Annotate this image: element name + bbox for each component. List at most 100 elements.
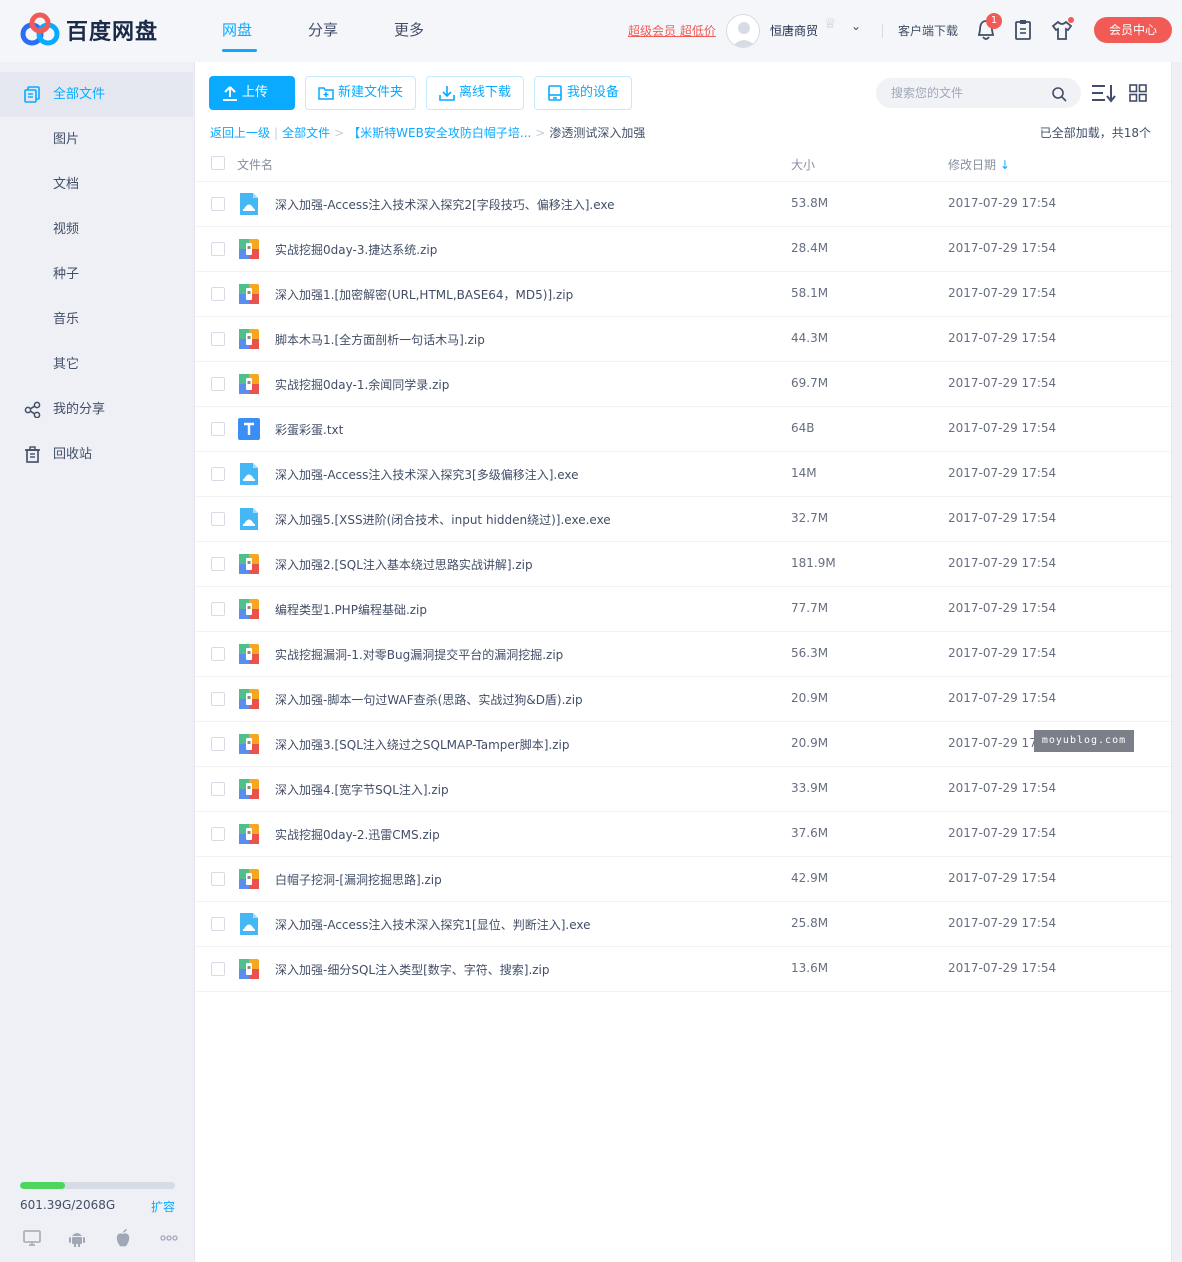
offline-download-button[interactable]: 离线下载 [426,76,524,110]
table-row[interactable]: 彩蛋彩蛋.txt 64B 2017-07-29 17:54 [195,407,1171,452]
table-row[interactable]: 深入加强-细分SQL注入类型[数字、字符、搜索].zip 13.6M 2017-07… [195,947,1171,992]
my-devices-button[interactable]: 我的设备 [534,76,632,110]
table-row[interactable]: 实战挖掘0day-2.迅雷CMS.zip 37.6M 2017-07-29 17:5… [195,812,1171,857]
file-name[interactable]: 深入加强-细分SQL注入类型[数字、字符、搜索].zip [275,961,550,978]
user-name[interactable]: 恒唐商贸 [770,22,818,39]
file-name[interactable]: 白帽子挖洞-[漏洞挖掘思路].zip [275,871,442,888]
table-row[interactable]: 脚本木马1.[全方面剖析一句话木马].zip 44.3M 2017-07-29 17… [195,317,1171,362]
table-row[interactable]: 实战挖掘0day-3.捷达系统.zip 28.4M 2017-07-29 17:54 [195,227,1171,272]
sort-icon[interactable] [1090,83,1116,103]
zip-archive-icon [237,597,261,621]
file-name[interactable]: 深入加强1.[加密解密(URL,HTML,BASE64，MD5)].zip [275,286,573,303]
select-all-checkbox[interactable] [211,156,225,170]
row-checkbox[interactable] [211,692,225,706]
row-checkbox[interactable] [211,287,225,301]
file-name[interactable]: 深入加强-Access注入技术深入探究1[显位、判断注入].exe [275,916,591,933]
sidebar-item-documents[interactable]: 文档 [0,162,193,207]
row-checkbox[interactable] [211,737,225,751]
storage-quota-text: 601.39G/2068G [20,1198,116,1212]
clipboard-icon[interactable] [1012,18,1034,42]
file-name[interactable]: 深入加强2.[SQL注入基本绕过思路实战讲解].zip [275,556,533,573]
breadcrumb-root[interactable]: 全部文件 [282,126,330,140]
column-header-name[interactable]: 文件名 [237,156,273,173]
row-checkbox[interactable] [211,602,225,616]
desktop-icon[interactable] [22,1228,42,1248]
table-row[interactable]: 深入加强1.[加密解密(URL,HTML,BASE64，MD5)].zip 58.… [195,272,1171,317]
row-checkbox[interactable] [211,917,225,931]
sidebar-item-other[interactable]: 其它 [0,342,193,387]
table-row[interactable]: 深入加强-脚本一句过WAF查杀(思路、实战过狗&D盾).zip 20.9M 2017… [195,677,1171,722]
row-checkbox[interactable] [211,962,225,976]
nav-share[interactable]: 分享 [308,0,394,62]
file-name[interactable]: 实战挖掘漏洞-1.对零Bug漏洞提交平台的漏洞挖掘.zip [275,646,563,663]
file-name[interactable]: 深入加强-Access注入技术深入探究3[多级偏移注入].exe [275,466,579,483]
row-checkbox[interactable] [211,332,225,346]
sidebar-item-videos[interactable]: 视频 [0,207,193,252]
file-name[interactable]: 深入加强3.[SQL注入绕过之SQLMAP-Tamper脚本].zip [275,736,569,753]
android-icon[interactable] [67,1228,87,1248]
row-checkbox[interactable] [211,782,225,796]
file-name[interactable]: 脚本木马1.[全方面剖析一句话木马].zip [275,331,485,348]
file-name[interactable]: 实战挖掘0day-1.余闻同学录.zip [275,376,449,393]
logo[interactable]: 百度网盘 [18,12,158,48]
row-checkbox[interactable] [211,647,225,661]
table-row[interactable]: 白帽子挖洞-[漏洞挖掘思路].zip 42.9M 2017-07-29 17:54 [195,857,1171,902]
file-name[interactable]: 实战挖掘0day-3.捷达系统.zip [275,241,437,258]
chevron-down-icon[interactable]: ⌄ [851,19,861,33]
table-row[interactable]: 深入加强-Access注入技术深入探究1[显位、判断注入].exe 25.8M 20… [195,902,1171,947]
upload-button[interactable]: 上传 [209,76,295,110]
row-checkbox[interactable] [211,197,225,211]
nav-netdisk[interactable]: 网盘 [222,0,308,62]
column-header-size[interactable]: 大小 [791,156,815,173]
member-center-button[interactable]: 会员中心 [1094,17,1172,43]
avatar[interactable] [726,14,760,48]
zip-archive-icon [237,642,261,666]
breadcrumb-folder[interactable]: 【米斯特WEB安全攻防白帽子培... [348,126,531,140]
sidebar-item-music[interactable]: 音乐 [0,297,193,342]
table-row[interactable]: 深入加强2.[SQL注入基本绕过思路实战讲解].zip 181.9M 2017-07… [195,542,1171,587]
client-download-link[interactable]: 客户端下载 [898,22,958,39]
table-row[interactable]: 深入加强-Access注入技术深入探究2[字段技巧、偏移注入].exe 53.8M… [195,182,1171,227]
table-row[interactable]: 深入加强3.[SQL注入绕过之SQLMAP-Tamper脚本].zip 20.9M… [195,722,1171,767]
apple-icon[interactable] [113,1228,133,1248]
file-name[interactable]: 彩蛋彩蛋.txt [275,421,343,438]
sidebar-item-images[interactable]: 图片 [0,117,193,162]
breadcrumb-back[interactable]: 返回上一级 [210,126,270,140]
expand-storage-link[interactable]: 扩容 [151,1198,175,1215]
table-row[interactable]: 深入加强-Access注入技术深入探究3[多级偏移注入].exe 14M 2017-… [195,452,1171,497]
file-name[interactable]: 深入加强-脚本一句过WAF查杀(思路、实战过狗&D盾).zip [275,691,583,708]
table-row[interactable]: 实战挖掘漏洞-1.对零Bug漏洞提交平台的漏洞挖掘.zip 56.3M 2017-0… [195,632,1171,677]
new-folder-button[interactable]: 新建文件夹 [305,76,416,110]
row-checkbox[interactable] [211,242,225,256]
row-checkbox[interactable] [211,377,225,391]
sidebar-item-recycle-bin[interactable]: 回收站 [0,432,193,477]
file-name[interactable]: 深入加强5.[XSS进阶(闭合技术、input hidden绕过)].exe.e… [275,511,611,528]
device-icon [548,85,562,101]
file-list-panel: 上传 新建文件夹 离线下载 我的设备 搜索您的文件 返回上一级 | 全部文件 >… [194,62,1172,1262]
row-checkbox[interactable] [211,512,225,526]
file-name[interactable]: 实战挖掘0day-2.迅雷CMS.zip [275,826,440,843]
more-icon[interactable] [159,1228,179,1248]
sidebar-item-torrents[interactable]: 种子 [0,252,193,297]
row-checkbox[interactable] [211,827,225,841]
table-row[interactable]: 编程类型1.PHP编程基础.zip 77.7M 2017-07-29 17:54 [195,587,1171,632]
table-row[interactable]: 深入加强4.[宽字节SQL注入].zip 33.9M 2017-07-29 17:5… [195,767,1171,812]
sidebar-item-my-shares[interactable]: 我的分享 [0,387,193,432]
nav-more[interactable]: 更多 [394,0,480,62]
file-name[interactable]: 深入加强4.[宽字节SQL注入].zip [275,781,449,798]
row-checkbox[interactable] [211,422,225,436]
search-icon[interactable] [1051,86,1067,102]
table-row[interactable]: 深入加强5.[XSS进阶(闭合技术、input hidden绕过)].exe.e… [195,497,1171,542]
file-name[interactable]: 深入加强-Access注入技术深入探究2[字段技巧、偏移注入].exe [275,196,615,213]
vip-promo-link[interactable]: 超级会员 超低价 [628,22,716,39]
row-checkbox[interactable] [211,467,225,481]
row-checkbox[interactable] [211,872,225,886]
table-row[interactable]: 实战挖掘0day-1.余闻同学录.zip 69.7M 2017-07-29 17:5… [195,362,1171,407]
file-date: 2017-07-29 17:54 [948,511,1057,525]
logo-text: 百度网盘 [66,20,159,45]
column-header-date[interactable]: 修改日期 ↓ [948,156,1010,173]
grid-view-icon[interactable] [1129,84,1147,102]
row-checkbox[interactable] [211,557,225,571]
file-name[interactable]: 编程类型1.PHP编程基础.zip [275,601,427,618]
sidebar-item-all-files[interactable]: 全部文件 [0,72,193,117]
